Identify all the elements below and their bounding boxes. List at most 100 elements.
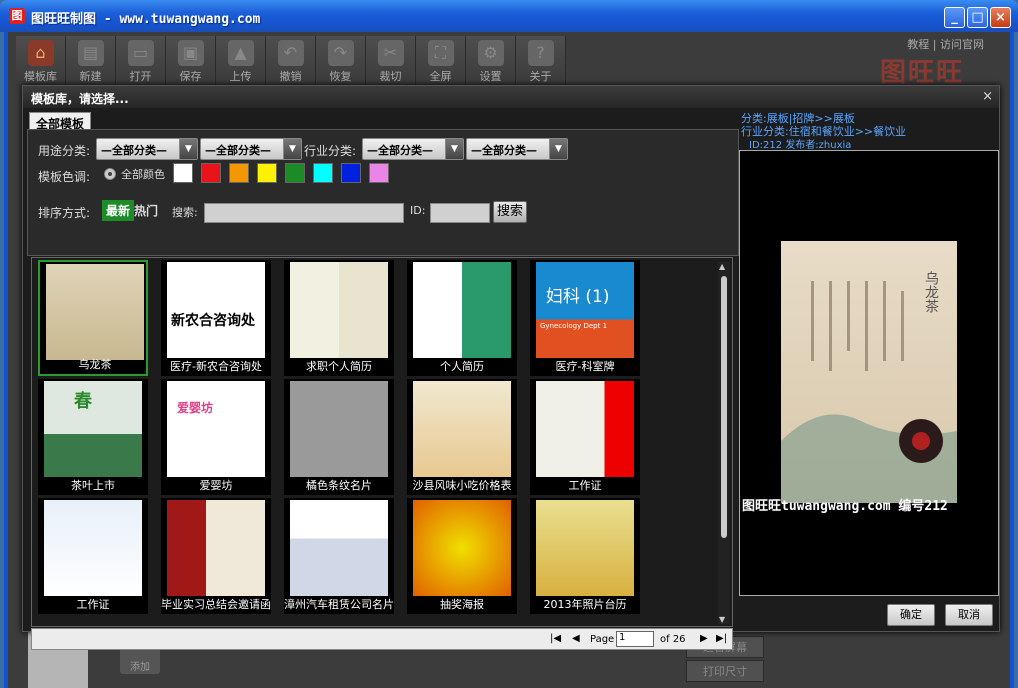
template-card[interactable]: 抽奖海报 [407,498,517,614]
color-swatch[interactable] [369,163,389,183]
search-input[interactable] [204,203,404,223]
page-label: Page [590,634,615,645]
chevron-down-icon: ▼ [445,139,463,159]
template-card[interactable]: 漳州汽车租赁公司名片 [284,498,394,614]
toolbar-button[interactable]: ⛶ 全屏 [416,36,466,86]
template-browser: 全部模板 用途分类: —全部分类— ▼ —全部分类— ▼ 行业分类: —全部分类— ▼… [27,112,739,650]
color-swatch[interactable] [313,163,333,183]
toolbar-label: 全屏 [429,70,452,83]
print-size-button[interactable]: 打印尺寸 [686,660,764,682]
prev-page-icon[interactable]: ◀ [572,633,580,644]
preview-artwork [781,281,957,503]
template-card[interactable]: 2013年照片台历 [530,498,640,614]
template-card[interactable]: 个人简历 [407,260,517,376]
toolbar-button[interactable]: ↶ 撤销 [266,36,316,86]
industry-select-2[interactable]: —全部分类— ▼ [466,138,568,160]
toolbar-button[interactable]: ? 关于 [516,36,566,86]
page-count: of 26 [660,634,686,645]
template-caption: 茶叶上市 [71,479,115,492]
toolbar-button[interactable]: ⚙ 设置 [466,36,516,86]
ok-button[interactable]: 确定 [887,604,935,626]
chevron-down-icon: ▼ [549,139,567,159]
template-caption: 医疗-新农合咨询处 [170,360,262,373]
scroll-down-icon[interactable]: ▼ [719,615,725,624]
color-swatch[interactable] [341,163,361,183]
minimize-button[interactable]: _ [944,7,965,28]
dialog-close-icon[interactable]: × [982,89,993,104]
industry-select-1[interactable]: —全部分类— ▼ [362,138,464,160]
toolbar-button[interactable]: ▭ 打开 [116,36,166,86]
thumbnail-text: Gynecology Dept 1 [540,322,608,330]
page-number-input[interactable]: 1 [616,631,654,647]
template-thumbnail [290,262,388,358]
template-thumbnail [290,381,388,477]
color-swatch[interactable] [173,163,193,183]
template-caption: 2013年照片台历 [543,598,627,611]
toolbar-button[interactable]: ⌂ 模板库 [16,36,66,86]
template-card[interactable]: 求职个人简历 [284,260,394,376]
last-page-icon[interactable]: ▶| [716,633,727,644]
maximize-button[interactable]: □ [967,7,988,28]
template-caption: 求职个人简历 [306,360,372,373]
toolbar-label: 保存 [179,70,202,83]
tab-all-templates[interactable]: 全部模板 [29,112,92,131]
scroll-up-icon[interactable]: ▲ [719,262,725,271]
thumbnail-text: 春 [74,391,92,412]
next-page-icon[interactable]: ▶ [700,633,708,644]
template-card[interactable]: 沙县风味小吃价格表 [407,379,517,495]
template-card[interactable]: 春茶叶上市 [38,379,148,495]
cancel-button[interactable]: 取消 [945,604,993,626]
toolbar-button[interactable]: ✂ 裁切 [366,36,416,86]
template-caption: 漳州汽车租赁公司名片 [284,598,394,611]
template-card[interactable]: 爱婴坊 爱婴坊 [161,379,271,495]
window-titlebar[interactable]: 图 图旺旺制图 - www.tuwangwang.com _ □ × [0,0,1018,32]
toolbar-button[interactable]: ↷ 恢复 [316,36,366,86]
dialog-title: 模板库，请选择... [23,86,999,108]
link-separator: | [932,38,937,51]
toolbar-button[interactable]: ▤ 新建 [66,36,116,86]
usage-select-1[interactable]: —全部分类— ▼ [96,138,198,160]
color-swatch[interactable] [257,163,277,183]
thumbnail-text: 新农合咨询处 [171,313,255,329]
website-link[interactable]: 访问官网 [940,38,984,51]
tutorial-link[interactable]: 教程 [907,38,929,51]
toolbar-label: 关于 [529,70,552,83]
template-card[interactable]: 工作证 [38,498,148,614]
sort-hot-button[interactable]: 热门 [134,202,158,219]
template-caption: 工作证 [76,598,110,611]
color-swatch[interactable] [201,163,221,183]
id-input[interactable] [430,203,490,223]
search-button[interactable]: 搜索 [493,201,527,223]
toolbar-label: 上传 [229,70,252,83]
redo-icon: ↷ [327,40,354,66]
preview-image: 乌龙茶 [781,241,957,503]
scrollbar-thumb[interactable] [721,276,727,538]
toolbar-label: 模板库 [24,70,57,83]
template-card[interactable]: 妇科 (1) Gynecology Dept 1 医疗-科室牌 [530,260,640,376]
sort-new-button[interactable]: 最新 [102,200,135,221]
color-swatch[interactable] [285,163,305,183]
grid-scrollbar[interactable]: ▲ ▼ [718,262,730,624]
all-colors-radio[interactable] [104,168,116,180]
template-caption: 沙县风味小吃价格表 [412,479,512,492]
template-card[interactable]: 工作证 [530,379,640,495]
main-toolbar: ⌂ 模板库 ▤ 新建 ▭ 打开 ▣ 保存 ▲ 上传 ↶ 撤销 ↷ 恢复 ✂ 裁切 ⛶ 全屏 ⚙ 设置? 关于 [16,36,566,86]
template-card[interactable]: 新农合咨询处 医疗-新农合咨询处 [161,260,271,376]
template-card[interactable]: 毕业实习总结会邀请函 [161,498,271,614]
close-window-button[interactable]: × [990,7,1011,28]
template-thumbnail [290,500,388,596]
toolbar-button[interactable]: ▣ 保存 [166,36,216,86]
industry-label: 行业分类: [304,144,357,158]
usage-select-2[interactable]: —全部分类— ▼ [200,138,302,160]
color-swatch[interactable] [229,163,249,183]
toolbar-button[interactable]: ▲ 上传 [216,36,266,86]
filter-panel: 用途分类: —全部分类— ▼ —全部分类— ▼ 行业分类: —全部分类— ▼ —全部分… [27,129,739,256]
toolbar-label: 恢复 [329,70,352,83]
template-thumbnail [536,500,634,596]
new-file-icon: ▤ [77,40,104,66]
toolbar-label: 新建 [79,70,102,83]
gear-icon: ⚙ [477,40,504,66]
first-page-icon[interactable]: |◀ [550,633,561,644]
template-card[interactable]: 乌龙茶 [38,260,148,376]
template-card[interactable]: 橘色条纹名片 [284,379,394,495]
